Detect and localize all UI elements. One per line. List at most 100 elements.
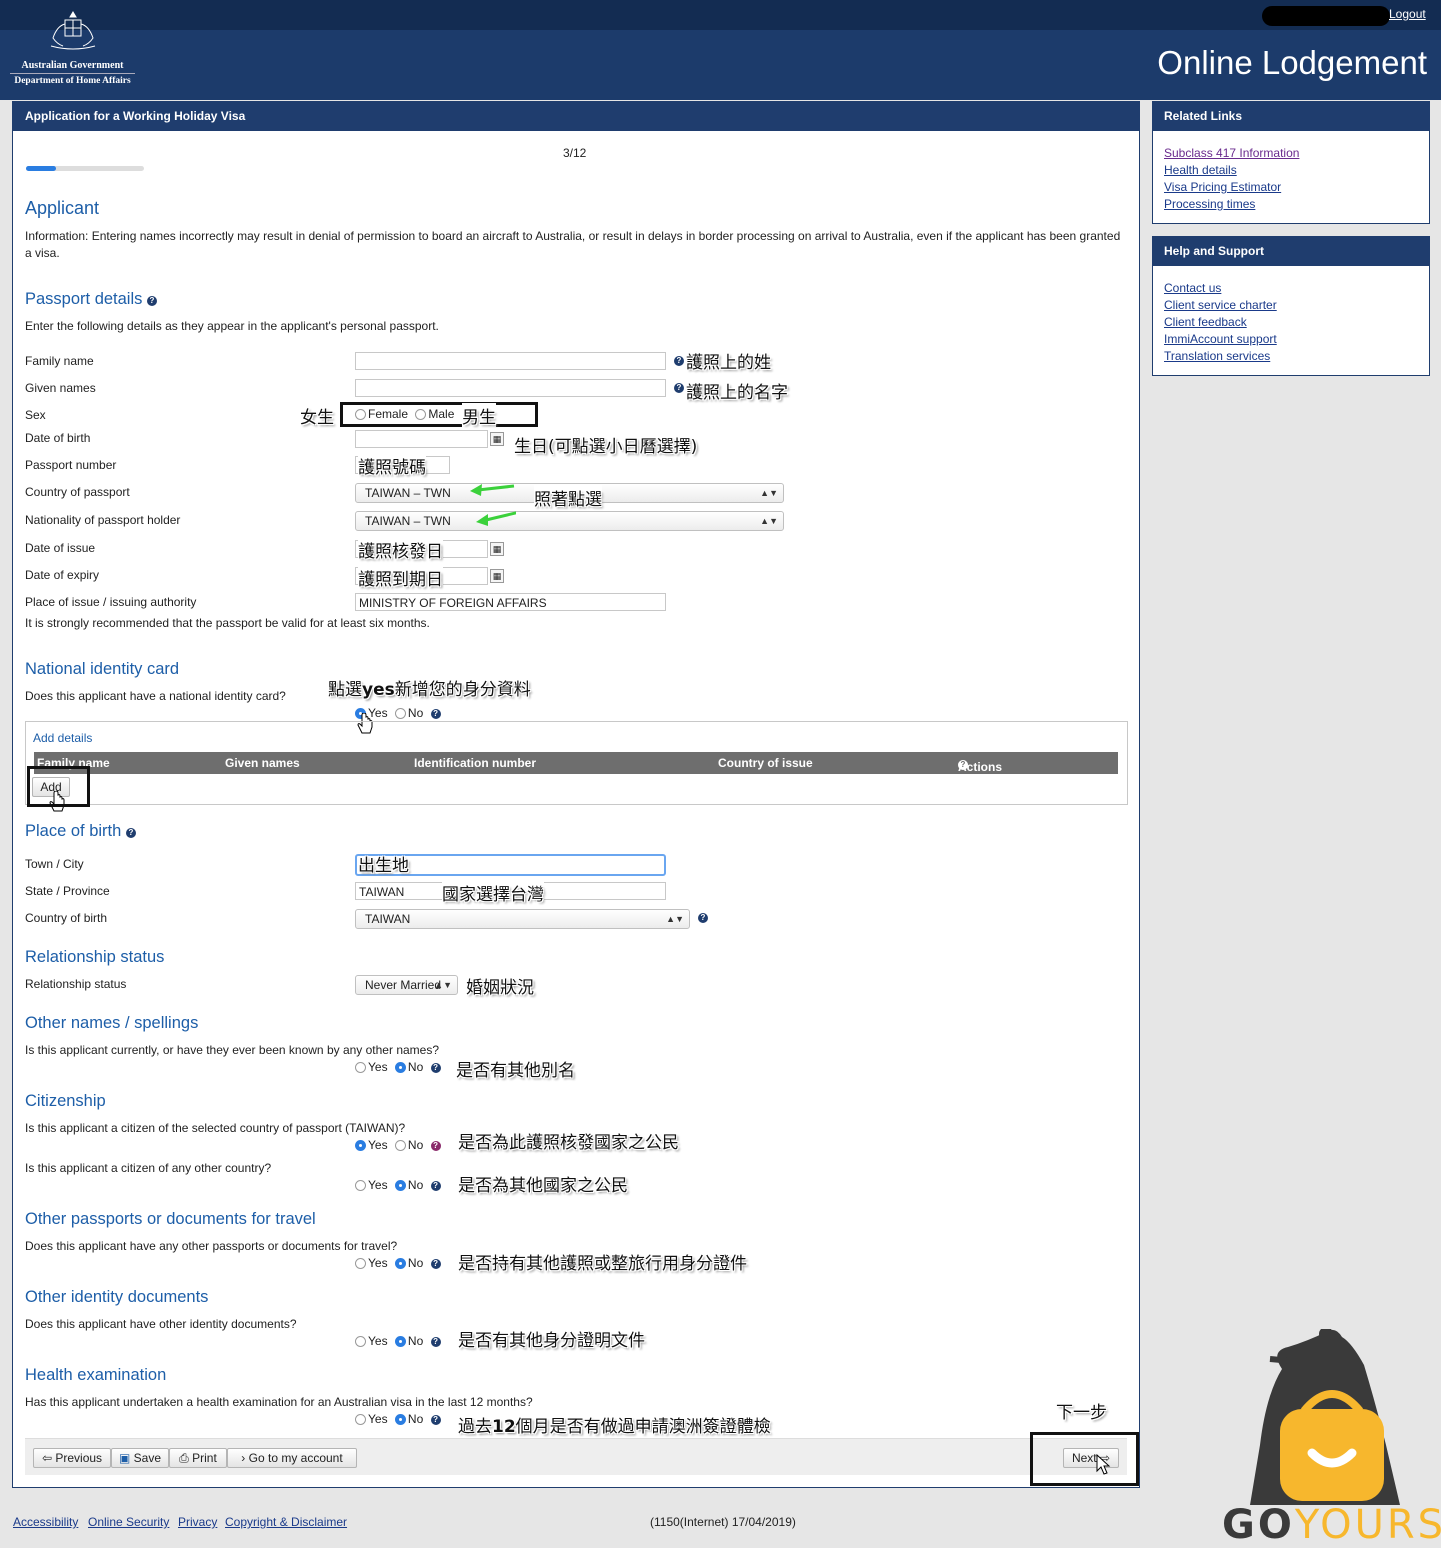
relationship-heading: Relationship status [25, 948, 165, 966]
validity-note: It is strongly recommended that the pass… [25, 616, 430, 630]
nationality-select[interactable]: TAIWAN – TWN ▲▼ [355, 511, 784, 531]
link-health-details[interactable]: Health details [1164, 163, 1237, 177]
list-item: Processing times [1164, 196, 1418, 213]
passport-intro: Enter the following details as they appe… [25, 319, 439, 333]
country-of-birth-value: TAIWAN [365, 912, 411, 926]
help-icon[interactable]: ? [147, 296, 157, 306]
health-no-radio[interactable] [394, 1414, 406, 1425]
link-service-charter[interactable]: Client service charter [1164, 298, 1277, 312]
no-label: No [407, 1412, 424, 1426]
highlight-box-add [27, 766, 90, 807]
help-icon[interactable]: ? [430, 1259, 441, 1269]
col-identification-number: Identification number [414, 756, 537, 770]
help-icon[interactable]: ? [698, 913, 708, 923]
list-item: Contact us [1164, 280, 1418, 297]
given-names-input[interactable] [355, 379, 666, 397]
health-yes-radio[interactable] [355, 1414, 366, 1425]
nid-no-radio[interactable] [394, 708, 406, 719]
footer-link-security[interactable]: Online Security [88, 1515, 169, 1529]
annotation-passport-number: 護照號碼 [358, 453, 426, 478]
other-identity-heading: Other identity documents [25, 1288, 209, 1306]
help-icon[interactable]: ? [430, 709, 441, 719]
no-label: No [407, 706, 424, 720]
issuing-authority-input[interactable]: MINISTRY OF FOREIGN AFFAIRS [355, 593, 666, 611]
citizen-other-yes-radio[interactable] [355, 1180, 366, 1191]
footer-link-privacy[interactable]: Privacy [178, 1515, 217, 1529]
help-icon[interactable]: ? [958, 760, 968, 770]
help-icon[interactable]: ? [674, 356, 684, 366]
birth-heading: Place of birth ? [25, 822, 136, 841]
family-name-input[interactable] [355, 352, 666, 370]
no-label: No [407, 1334, 424, 1348]
previous-button[interactable]: ⇦ Previous [33, 1448, 111, 1468]
help-icon[interactable]: ? [430, 1141, 441, 1151]
help-icon[interactable]: ? [125, 828, 136, 838]
annotation-female: 女生 [300, 403, 334, 428]
help-icon[interactable]: ? [430, 1181, 441, 1191]
annotation-marital: 婚姻狀況 [466, 973, 534, 998]
redacted-username [1262, 6, 1390, 26]
department-name: Department of Home Affairs [14, 76, 131, 86]
health-heading: Health examination [25, 1366, 167, 1384]
link-processing-times[interactable]: Processing times [1164, 197, 1255, 211]
annotation-issue-date: 護照核發日 [358, 537, 443, 562]
help-icon[interactable]: ? [430, 1063, 441, 1073]
australian-government-logo: Australian Government Department of Home… [10, 10, 135, 90]
print-button[interactable]: ⎙ Print [169, 1448, 227, 1468]
relationship-select[interactable]: Never Married ▲▼ [355, 975, 458, 995]
help-support-title: Help and Support [1153, 237, 1429, 266]
given-names-label: Given names [25, 381, 96, 395]
link-immiaccount-support[interactable]: ImmiAccount support [1164, 332, 1277, 346]
annotation-other-passports: 是否持有其他護照或整旅行用身分證件 [458, 1249, 747, 1274]
highlight-box-next [1030, 1432, 1139, 1486]
sex-label: Sex [25, 408, 46, 422]
no-label: No [407, 1060, 424, 1074]
yes-label: Yes [368, 1412, 388, 1426]
help-icon[interactable]: ? [674, 383, 684, 393]
calendar-icon[interactable]: ▦ [490, 569, 504, 583]
select-arrows-icon: ▲▼ [760, 488, 778, 498]
annotation-health-bold: 12 [492, 1417, 516, 1437]
issue-date-label: Date of issue [25, 541, 96, 555]
citizen-same-yes-radio[interactable] [355, 1140, 366, 1151]
help-icon[interactable]: ? [430, 1415, 441, 1425]
save-button[interactable]: ▣ Save [111, 1448, 169, 1468]
related-links-panel: Related Links Subclass 417 Information H… [1152, 101, 1430, 224]
logout-link[interactable]: Logout [1389, 7, 1426, 21]
annotation-citizen-same: 是否為此護照核發國家之公民 [458, 1128, 679, 1153]
passport-heading-text: Passport details [25, 290, 143, 308]
other-passports-no-radio[interactable] [394, 1258, 406, 1269]
citizenship-same-radio-group: Yes No ? [355, 1138, 441, 1152]
footer-link-accessibility[interactable]: Accessibility [13, 1515, 78, 1529]
help-icon[interactable]: ? [430, 1337, 441, 1347]
annotation-dob: 生日(可點選小日曆選擇) [514, 432, 698, 457]
citizen-same-no-radio[interactable] [394, 1140, 406, 1151]
link-client-feedback[interactable]: Client feedback [1164, 315, 1247, 329]
country-of-birth-select[interactable]: TAIWAN ▲▼ [355, 909, 690, 929]
yes-label: Yes [368, 1060, 388, 1074]
other-names-heading: Other names / spellings [25, 1014, 199, 1032]
link-visa-pricing[interactable]: Visa Pricing Estimator [1164, 180, 1281, 194]
link-contact-us[interactable]: Contact us [1164, 281, 1221, 295]
citizen-other-no-radio[interactable] [394, 1180, 406, 1191]
annotation-given-names: 護照上的名字 [686, 378, 788, 403]
footer-link-copyright[interactable]: Copyright & Disclaimer [225, 1515, 347, 1529]
link-subclass-417[interactable]: Subclass 417 Information [1164, 146, 1299, 160]
other-identity-no-radio[interactable] [394, 1336, 406, 1347]
annotation-nid-pre: 點選 [328, 680, 362, 700]
country-of-birth-label: Country of birth [25, 911, 108, 925]
calendar-icon[interactable]: ▦ [490, 432, 504, 446]
select-arrows-icon: ▲▼ [760, 516, 778, 526]
citizenship-question-2: Is this applicant a citizen of any other… [25, 1161, 272, 1175]
list-item: Health details [1164, 162, 1418, 179]
other-names-no-radio[interactable] [394, 1062, 406, 1073]
dob-input[interactable] [355, 430, 488, 448]
other-passports-yes-radio[interactable] [355, 1258, 366, 1269]
other-names-yes-radio[interactable] [355, 1062, 366, 1073]
other-identity-yes-radio[interactable] [355, 1336, 366, 1347]
go-to-account-button[interactable]: › Go to my account [227, 1448, 357, 1468]
family-name-label: Family name [25, 354, 94, 368]
calendar-icon[interactable]: ▦ [490, 542, 504, 556]
link-translation-services[interactable]: Translation services [1164, 349, 1270, 363]
nid-details-box: Add details Family name Given names Iden… [25, 721, 1128, 805]
